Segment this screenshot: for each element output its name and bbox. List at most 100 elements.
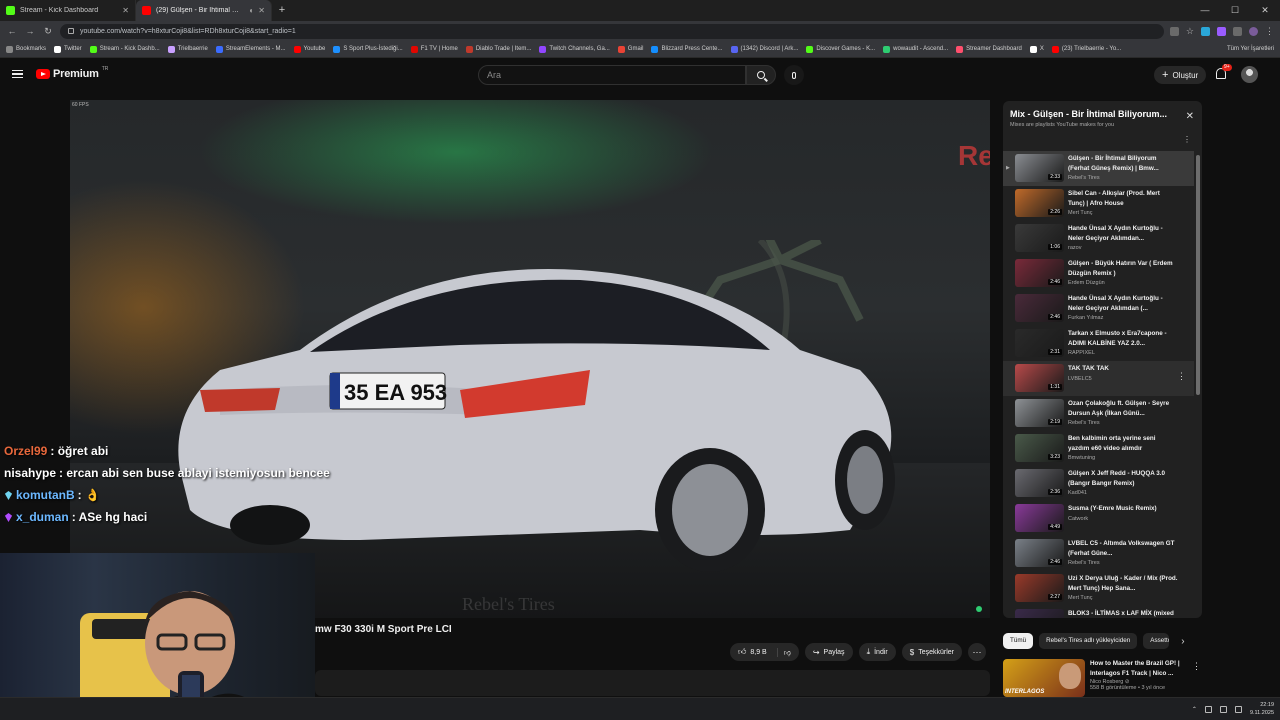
playlist-thumbnail[interactable]: 2:46 <box>1015 539 1064 567</box>
playlist-menu-icon[interactable]: ⋮ <box>1183 135 1191 144</box>
playlist-item[interactable]: 4:49 Susma (Y-Emre Music Remix) Catwork <box>1003 501 1194 536</box>
network-tray-icon[interactable] <box>1219 705 1227 713</box>
browser-tab-youtube[interactable]: (29) Gülşen - Bir İhtimal Bil... ◖ ✕ <box>136 0 272 21</box>
recommended-video[interactable]: INTERLAGOS How to Master the Brazil GP! … <box>1003 659 1203 697</box>
create-button[interactable]: + Oluştur <box>1154 66 1207 84</box>
playlist-item[interactable]: 2:46 Gülşen - Büyük Hatırın Var ( Erdem D… <box>1003 256 1194 291</box>
volume-tray-icon[interactable] <box>1234 705 1242 713</box>
playlist-thumbnail[interactable]: 2:36 <box>1015 469 1064 497</box>
mic-tray-icon[interactable] <box>1204 705 1212 713</box>
search-input[interactable]: Ara <box>478 65 746 85</box>
playlist-item[interactable]: 2:19 Ozan Çolakoğlu ft. Gülşen - Seyre Du… <box>1003 396 1194 431</box>
playlist-thumbnail[interactable]: 4:49 <box>1015 504 1064 532</box>
playlist-thumbnail[interactable]: 2:31 <box>1015 329 1064 357</box>
playlist-scrollbar[interactable] <box>1196 153 1200 613</box>
chip-assetto[interactable]: Assetto <box>1143 633 1170 649</box>
bookmark-star-icon[interactable]: ☆ <box>1186 26 1194 37</box>
url-bar[interactable]: youtube.com/watch?v=h8xturCoji8&list=RDh… <box>60 23 1164 39</box>
playlist-item[interactable]: 2:26 Sibel Can - Alkışlar (Prod. Mert Tun… <box>1003 186 1194 221</box>
maximize-icon[interactable]: ☐ <box>1220 0 1250 21</box>
description-box[interactable] <box>315 670 990 696</box>
bookmark-item[interactable]: Streamer Dashboard <box>956 45 1022 53</box>
avatar[interactable] <box>1241 66 1258 83</box>
playlist-item[interactable]: 2:31 Tarkan x Elmusto x Era7capone - ADIM… <box>1003 326 1194 361</box>
playlist-thumbnail[interactable]: 2:46 <box>1015 259 1064 287</box>
clock[interactable]: 22:19 9.11.2025 <box>1250 701 1274 717</box>
bookmark-item[interactable]: X <box>1029 45 1044 53</box>
more-actions-button[interactable]: ⋯ <box>967 643 986 661</box>
video-player[interactable]: 60 FPS Re 35 EA 953 Rebel's Tires <box>70 100 990 618</box>
playlist-item[interactable]: 3:23 Ben kalbimin orta yerine seni yazdım… <box>1003 431 1194 466</box>
playlist-thumbnail[interactable]: 2:33 <box>1015 154 1064 182</box>
chip-all[interactable]: Tümü <box>1003 633 1034 649</box>
profile-icon[interactable] <box>1249 26 1258 36</box>
share-button[interactable]: ↪ Paylaş <box>804 643 853 661</box>
reload-icon[interactable]: ↻ <box>42 26 54 37</box>
audio-icon[interactable]: ◖ <box>248 6 253 15</box>
playlist-thumbnail[interactable]: 2:27 <box>1015 574 1064 602</box>
forward-icon[interactable]: → <box>24 26 36 36</box>
bookmark-item[interactable]: Stream - Kick Dashb... <box>89 45 160 53</box>
playlist-item[interactable]: 2:27 Uzi X Derya Uluğ - Kader / Mix (Prod… <box>1003 571 1194 606</box>
bookmark-item[interactable]: Bookmarks <box>6 45 46 53</box>
bookmark-item[interactable]: Twitter <box>54 45 82 53</box>
install-icon[interactable] <box>1169 26 1179 36</box>
playlist-item[interactable]: ▶ 2:33 Gülşen - Bir İhtimal Biliyorum (Fer… <box>1003 151 1194 186</box>
download-button[interactable]: ⤓ İndir <box>858 643 896 661</box>
search-button[interactable] <box>746 65 776 85</box>
playlist-item[interactable]: 2:36 Gülşen X Jeff Redd - HUQQA 3.0 (Bang… <box>1003 466 1194 501</box>
bookmark-item[interactable]: (23) Trielbaerrie - Yo... <box>1051 45 1121 53</box>
bookmark-item[interactable]: Discover Games - K... <box>806 45 875 53</box>
bookmark-item[interactable]: Gmail <box>617 45 643 53</box>
bookmark-item[interactable]: Youtube <box>293 45 325 53</box>
voice-search-button[interactable] <box>784 65 804 85</box>
bookmark-item[interactable]: Diablo Trade | Item... <box>465 45 531 53</box>
recommended-thumbnail[interactable]: INTERLAGOS <box>1003 659 1085 697</box>
tray-chevron-icon[interactable]: ⌃ <box>1192 706 1197 713</box>
dislike-icon[interactable]: 👎︎ <box>776 647 791 657</box>
playlist-title[interactable]: Mix - Gülşen - Bir İhtimal Biliyorum... <box>1010 109 1194 119</box>
close-tab-icon[interactable]: ✕ <box>258 6 265 15</box>
scrollbar-thumb[interactable] <box>1196 155 1200 395</box>
browser-menu-icon[interactable]: ⋮ <box>1265 26 1274 37</box>
back-icon[interactable]: ← <box>6 26 18 36</box>
new-tab-button[interactable]: + <box>272 0 292 21</box>
thanks-button[interactable]: $ Teşekkürler <box>901 643 962 661</box>
bookmark-item[interactable]: Trielbaerrie <box>167 45 208 53</box>
playlist-thumbnail[interactable]: 1:06 <box>1015 224 1064 252</box>
bookmark-item[interactable]: wowaudit - Ascend... <box>883 45 948 53</box>
playlist-thumbnail[interactable]: 3:23 <box>1015 434 1064 462</box>
bookmark-item[interactable]: S Sport Plus-İstediği... <box>333 45 403 53</box>
playlist-item[interactable]: 1:31 TAK TAK TAK LVBELC5 ⋮ <box>1003 361 1194 396</box>
browser-tab-kick[interactable]: Stream - Kick Dashboard ✕ <box>0 0 136 21</box>
playlist-item[interactable]: 1:06 Hande Ünsal X Aydın Kurtoğlu - Neler… <box>1003 221 1194 256</box>
close-tab-icon[interactable]: ✕ <box>122 6 129 15</box>
close-playlist-icon[interactable]: ✕ <box>1186 111 1194 122</box>
bookmark-item[interactable]: Twitch Channels, Ga... <box>539 45 610 53</box>
recommended-title[interactable]: How to Master the Brazil GP! | Interlago… <box>1090 659 1198 678</box>
playlist-thumbnail[interactable]: 1:31 <box>1015 364 1064 392</box>
playlist-item[interactable]: 2:46 LVBEL C5 - Altımda Volkswagen GT (Fe… <box>1003 536 1194 571</box>
playlist-thumbnail[interactable]: 2:46 <box>1015 294 1064 322</box>
playlist-item-menu-icon[interactable]: ⋮ <box>1177 371 1186 382</box>
recommended-menu-icon[interactable]: ⋮ <box>1192 661 1201 672</box>
bookmark-item[interactable]: (1342) Discord | Ark... <box>730 45 798 53</box>
playlist-thumbnail[interactable]: 2:19 <box>1015 399 1064 427</box>
bookmark-item[interactable]: F1 TV | Home <box>410 45 458 53</box>
youtube-logo[interactable]: Premium TR <box>36 66 108 80</box>
playlist-thumbnail[interactable] <box>1015 609 1064 618</box>
menu-icon[interactable] <box>12 70 23 78</box>
playlist-item[interactable]: 2:46 Hande Ünsal X Aydın Kurtoğlu - Neler… <box>1003 291 1194 326</box>
all-bookmarks-link[interactable]: Tüm Yer İşaretleri <box>1227 46 1274 52</box>
playlist-thumbnail[interactable]: 2:26 <box>1015 189 1064 217</box>
extension-icon[interactable] <box>1217 26 1226 36</box>
extension-icon[interactable] <box>1201 26 1210 36</box>
like-button[interactable]: 👍︎ 8,9 B 👎︎ <box>730 643 799 661</box>
bookmark-item[interactable]: Blizzard Press Cente... <box>651 45 723 53</box>
chevron-right-icon[interactable]: › <box>1181 636 1184 647</box>
minimize-icon[interactable]: — <box>1190 0 1220 21</box>
close-window-icon[interactable]: ✕ <box>1250 0 1280 21</box>
chip-uploader[interactable]: Rebel's Tires adlı yükleyiciden <box>1039 633 1138 649</box>
playlist-item[interactable]: BLOK3 - İLTİMAS x LAF MİX (mixed by herv… <box>1003 606 1194 618</box>
extensions-puzzle-icon[interactable] <box>1233 26 1242 36</box>
